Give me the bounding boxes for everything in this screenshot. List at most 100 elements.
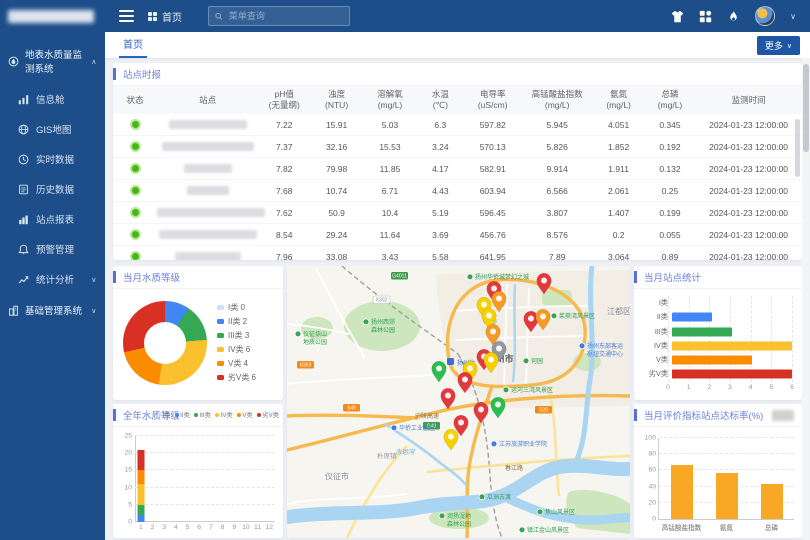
stack-segment-III类[interactable] [137,505,144,515]
park-poi-icon[interactable] [537,509,543,515]
park-poi-icon[interactable] [551,313,557,319]
sidebar-item-历史数据[interactable]: 历史数据 [0,174,105,204]
cell-value: 3.24 [417,136,463,158]
table-row[interactable]: 7.8279.9811.854.17582.919.9141.9110.1322… [113,158,802,180]
sidebar-item-信息舱[interactable]: 信息舱 [0,84,105,114]
park-poi-icon[interactable] [439,513,445,519]
table-row[interactable]: 7.2215.915.036.3597.825.9454.0510.345202… [113,114,802,136]
railway-station-icon[interactable] [447,358,454,365]
map-label: 茱萸湾风景区 [559,312,595,320]
park-poi-icon[interactable] [519,527,525,533]
chevron-down-icon[interactable]: ∨ [790,12,796,21]
map-label: 瓜洲古渡 [487,493,511,501]
sidebar-item-统计分析[interactable]: 统计分析∨ [0,264,105,294]
poi-icon[interactable] [491,441,497,447]
stack-segment-V类[interactable] [137,470,144,484]
breadcrumb[interactable]: 首页 [148,9,182,24]
sidebar-item-站点报表[interactable]: 站点报表 [0,204,105,234]
bar-劣V类[interactable] [672,370,792,379]
park-poi-icon[interactable] [295,331,301,337]
park-poi-icon[interactable] [363,319,369,325]
sidebar-group-1[interactable]: 基础管理系统∨ [0,294,105,326]
legend-item[interactable]: II类 2 [217,316,256,327]
cell-value: 11.85 [363,158,417,180]
flame-icon[interactable] [727,10,740,23]
bar-II类[interactable] [672,313,712,322]
road-badge: S28 [535,406,552,414]
menu-search[interactable] [208,6,350,26]
poi-icon[interactable] [579,343,585,349]
table-row[interactable]: 7.3732.1615.533.24570.135.8261.8520.1922… [113,136,802,158]
cell-value: 29.24 [310,224,362,246]
legend-item[interactable]: V类 4 [217,358,256,369]
bar-氨氮[interactable] [716,473,738,519]
park-poi-icon[interactable] [467,274,473,280]
cell-value: 1.852 [592,136,644,158]
stack-segment-劣V类[interactable] [137,450,144,471]
bar-IV类[interactable] [672,341,792,350]
panel-title: 当月评价指标站点达标率(%) [644,408,763,422]
park-poi-icon[interactable] [503,387,509,393]
svg-text:X302: X302 [376,298,388,304]
city-map[interactable]: G4011G40S353S49S28X302 扬州市江都区仪征市扬州西郊森林公园… [287,266,630,538]
map-label: 华侨工业园区 [399,424,435,432]
user-avatar[interactable] [755,6,775,26]
legend-item[interactable]: III类 3 [217,330,256,341]
compliance-vbar-chart[interactable]: 020406080100高锰酸盐指数氨氮总磷 [658,438,794,520]
cell-value: 3.807 [522,202,593,224]
hamburger-menu-icon[interactable] [119,7,134,25]
legend-item[interactable]: V类 [237,410,253,419]
table-row[interactable]: 7.9633.083.435.58641.957.893.0640.892024… [113,246,802,261]
map-label: 焦山风景区 [545,508,575,516]
park-poi-icon[interactable] [479,494,485,500]
map-label: 枢纽交通中心 [587,350,623,358]
station-hbar-chart[interactable]: 0123456I类II类III类IV类V类劣V类 [642,296,792,382]
breadcrumb-home[interactable]: 首页 [162,9,182,24]
category-label: 氨氮 [720,522,733,532]
bar-III类[interactable] [672,327,732,336]
legend-item[interactable]: II类 [175,410,190,419]
x-tick-label: 1 [687,384,691,391]
poi-icon[interactable] [391,425,397,431]
park-poi-icon[interactable] [523,358,529,364]
bar-高锰酸盐指数[interactable] [671,465,693,519]
legend-item[interactable]: IV类 [215,410,233,419]
map-label: 扬州华侨城梦幻之城 [475,273,529,281]
layout-icon[interactable] [699,10,712,23]
legend-item[interactable]: I类 0 [217,302,256,313]
table-row[interactable]: 8.5429.2411.643.69456.768.5760.20.055202… [113,224,802,246]
sidebar-item-实时数据[interactable]: 实时数据 [0,144,105,174]
cell-value: 7.68 [258,180,310,202]
station-report-panel: 站点时报 状态站点pH值(无量纲)浊度(NTU)溶解氧(mg/L)水温(℃)电导… [113,63,802,260]
legend-item[interactable]: IV类 6 [217,344,256,355]
table-row[interactable]: 7.6810.746.714.43603.946.5662.0610.25202… [113,180,802,202]
cell-value: 2024-01-23 12:00:00 [695,114,802,136]
bar-总磷[interactable] [761,484,783,519]
info-board-icon [18,94,29,105]
search-input[interactable] [227,10,343,22]
stack-segment-IV类[interactable] [137,484,144,505]
sidebar-item-预警管理[interactable]: 预警管理 [0,234,105,264]
stack-segment-II类[interactable] [137,515,144,522]
cell-value: 0.132 [645,158,695,180]
legend-item[interactable]: 劣V类 6 [217,372,256,383]
map-label: 运河三湾风景区 [511,386,553,394]
theme-shirt-icon[interactable] [671,10,684,23]
bar-V类[interactable] [672,356,752,365]
tab-home[interactable]: 首页 [119,32,147,58]
legend-item[interactable]: I类 [157,410,171,419]
sidebar-group-0[interactable]: 地表水质量监测系统∧ [0,38,105,84]
y-tick-label: 0 [128,519,132,526]
page-scrollbar-thumb[interactable] [803,64,809,152]
road-badge: S353 [297,361,314,369]
sidebar-item-GIS地图[interactable]: GIS地图 [0,114,105,144]
cell-value: 2024-01-23 12:00:00 [695,158,802,180]
year-stacked-chart[interactable]: 0510152025123456789101112 [135,436,275,522]
more-button[interactable]: 更多∨ [757,36,800,55]
quality-donut-chart[interactable] [123,301,207,385]
table-row[interactable]: 7.6250.910.45.19596.453.8071.4070.199202… [113,202,802,224]
legend-item[interactable]: III类 [194,410,211,419]
masked-station-name [162,142,254,151]
legend-item[interactable]: 劣V类 [257,410,279,419]
table-scrollbar[interactable] [795,119,800,177]
